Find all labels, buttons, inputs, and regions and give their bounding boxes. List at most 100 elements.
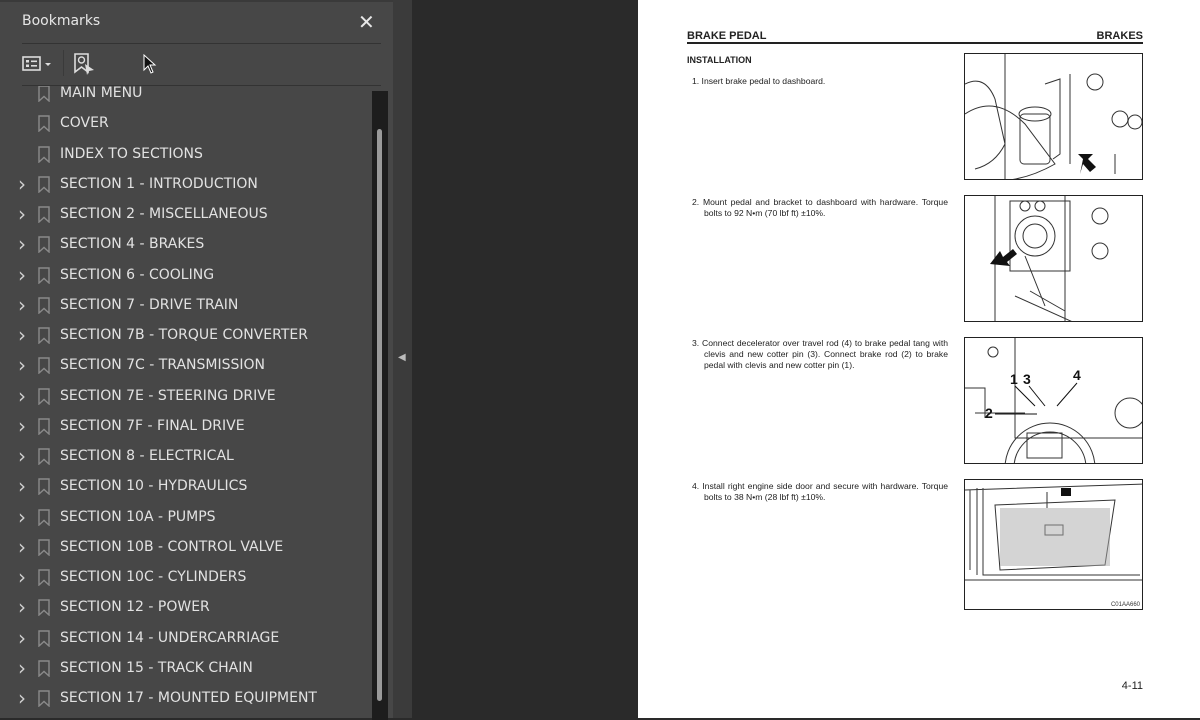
bookmark-item[interactable]: INDEX TO SECTIONS: [0, 139, 370, 169]
svg-text:1: 1: [1010, 371, 1018, 387]
find-current-bookmark-icon[interactable]: [73, 52, 95, 80]
bookmark-label: SECTION 10B - CONTROL VALVE: [60, 538, 284, 555]
bookmark-label: SECTION 7F - FINAL DRIVE: [60, 417, 245, 434]
chevron-right-icon[interactable]: ›: [18, 414, 30, 438]
bookmark-icon: [38, 569, 50, 590]
page-number: 4-11: [1121, 680, 1143, 692]
bookmark-item[interactable]: › SECTION 8 - ELECTRICAL: [0, 441, 370, 471]
bookmark-icon: [38, 357, 50, 378]
bookmark-item[interactable]: › SECTION 7F - FINAL DRIVE: [0, 411, 370, 441]
toolbar-separator: [63, 50, 64, 76]
options-menu-button[interactable]: [22, 54, 52, 74]
pdf-page: BRAKE PEDAL BRAKES INSTALLATION 1. Inser…: [638, 0, 1200, 718]
bookmark-list: MAIN MENU COVER INDEX TO SECTIONS › SECTION …: [0, 86, 370, 720]
bookmark-label: SECTION 15 - TRACK CHAIN: [60, 659, 253, 676]
figure-4: C01AA660: [964, 479, 1143, 610]
bookmark-icon: [38, 660, 50, 681]
chevron-right-icon[interactable]: ›: [18, 172, 30, 196]
step-4: 4. Install right engine side door and se…: [692, 481, 948, 502]
bookmark-item[interactable]: › SECTION 4 - BRAKES: [0, 229, 370, 259]
bookmark-item[interactable]: › SECTION 6 - COOLING: [0, 260, 370, 290]
chevron-right-icon[interactable]: ›: [18, 595, 30, 619]
bookmark-icon: [38, 690, 50, 711]
header-rule: [687, 42, 1143, 44]
bookmark-label: SECTION 10A - PUMPS: [60, 508, 216, 525]
chevron-right-icon[interactable]: ›: [18, 353, 30, 377]
bookmark-item[interactable]: › SECTION 12 - POWER: [0, 592, 370, 622]
bookmark-icon: [38, 478, 50, 499]
bookmark-icon: [38, 599, 50, 620]
close-icon[interactable]: ✕: [358, 10, 375, 34]
bookmark-icon: [38, 145, 50, 167]
subheading: INSTALLATION: [687, 55, 752, 65]
chevron-right-icon[interactable]: ›: [18, 535, 30, 559]
svg-text:4: 4: [1073, 367, 1081, 383]
bookmark-item[interactable]: › SECTION 10C - CYLINDERS: [0, 562, 370, 592]
bookmark-item[interactable]: › SECTION 10B - CONTROL VALVE: [0, 532, 370, 562]
bookmark-icon: [38, 176, 50, 197]
chevron-right-icon[interactable]: ›: [18, 686, 30, 710]
mouse-cursor-icon: [143, 53, 157, 78]
bookmark-icon: [38, 418, 50, 439]
figure-1: [964, 53, 1143, 180]
bookmark-item[interactable]: › SECTION 17 - MOUNTED EQUIPMENT: [0, 683, 370, 713]
bookmark-icon: [38, 297, 50, 318]
bookmark-item[interactable]: › SECTION 1 - INTRODUCTION: [0, 169, 370, 199]
bookmark-label: SECTION 7E - STEERING DRIVE: [60, 387, 276, 404]
bookmark-icon: [38, 206, 50, 227]
bookmark-item[interactable]: › SECTION 2 - MISCELLANEOUS: [0, 199, 370, 229]
chevron-right-icon[interactable]: ›: [18, 444, 30, 468]
bookmark-item[interactable]: › SECTION 7 - DRIVE TRAIN: [0, 290, 370, 320]
chevron-right-icon[interactable]: ›: [18, 323, 30, 347]
chevron-right-icon[interactable]: ›: [18, 565, 30, 589]
bookmark-label: INDEX TO SECTIONS: [60, 145, 203, 162]
bookmark-label: SECTION 1 - INTRODUCTION: [60, 175, 258, 192]
chevron-right-icon[interactable]: ›: [18, 505, 30, 529]
bookmark-item[interactable]: › SECTION 14 - UNDERCARRIAGE: [0, 623, 370, 653]
bookmark-label: SECTION 2 - MISCELLANEOUS: [60, 206, 268, 222]
bookmark-label: SECTION 4 - BRAKES: [60, 236, 205, 253]
bookmark-icon: [38, 266, 50, 288]
step-2: 2. Mount pedal and bracket to dashboard …: [692, 197, 948, 218]
bookmark-icon: [38, 387, 50, 409]
figure-caption: C01AA660: [1110, 602, 1140, 608]
bookmark-icon: [38, 448, 50, 469]
chevron-right-icon[interactable]: ›: [18, 232, 30, 256]
chevron-right-icon[interactable]: ›: [18, 474, 30, 498]
bookmark-item[interactable]: › SECTION 10 - HYDRAULICS: [0, 471, 370, 501]
bookmark-item[interactable]: › SECTION 10A - PUMPS: [0, 502, 370, 532]
bookmark-label: SECTION 7 - DRIVE TRAIN: [60, 296, 239, 313]
bookmark-item[interactable]: › SECTION 7E - STEERING DRIVE: [0, 381, 370, 411]
bookmark-icon: [38, 539, 50, 560]
bookmark-label: SECTION 12 - POWER: [60, 599, 210, 616]
bookmark-icon: [38, 327, 50, 348]
chevron-right-icon[interactable]: ›: [18, 202, 30, 226]
bookmark-label: MAIN MENU: [60, 86, 143, 101]
step-3: 3. Connect decelerator over travel rod (…: [692, 338, 948, 370]
bookmark-item[interactable]: › SECTION 7C - TRANSMISSION: [0, 350, 370, 380]
chevron-right-icon[interactable]: ›: [18, 263, 30, 287]
chevron-right-icon[interactable]: ›: [18, 293, 30, 317]
bookmark-label: SECTION 6 - COOLING: [60, 266, 215, 283]
collapse-panel-icon[interactable]: ◀: [398, 352, 406, 363]
svg-text:3: 3: [1023, 371, 1031, 387]
bookmark-icon: [38, 115, 50, 136]
bookmark-item[interactable]: › SECTION 7B - TORQUE CONVERTER: [0, 320, 370, 350]
page-header-title: BRAKE PEDAL: [687, 30, 767, 42]
bookmark-label: COVER: [60, 115, 109, 132]
bookmark-icon: [38, 629, 50, 651]
bookmark-item[interactable]: MAIN MENU: [0, 86, 370, 108]
chevron-right-icon[interactable]: ›: [18, 656, 30, 680]
chevron-right-icon[interactable]: ›: [18, 626, 30, 650]
bookmark-label: SECTION 10C - CYLINDERS: [60, 569, 247, 585]
bookmark-icon: [38, 86, 50, 106]
bookmarks-panel: Bookmarks ✕ MAIN MENU COVER INDEX TO SECTI…: [0, 0, 393, 720]
scrollbar-thumb[interactable]: [377, 129, 382, 701]
bookmark-label: SECTION 8 - ELECTRICAL: [60, 448, 234, 464]
svg-text:2: 2: [985, 405, 993, 421]
scrollbar[interactable]: [372, 91, 388, 720]
bookmark-item[interactable]: COVER: [0, 108, 370, 138]
chevron-right-icon[interactable]: ›: [18, 384, 30, 408]
bookmark-item[interactable]: › SECTION 15 - TRACK CHAIN: [0, 653, 370, 683]
bookmark-icon: [38, 236, 50, 257]
